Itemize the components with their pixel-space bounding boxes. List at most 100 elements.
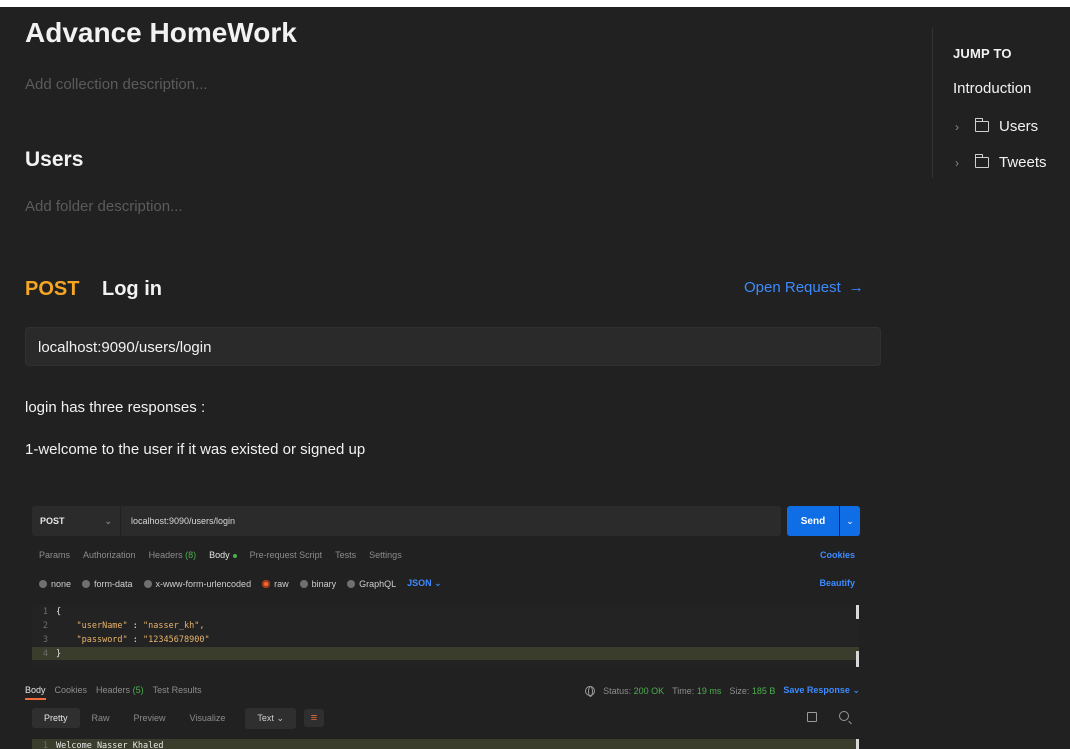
- shot-request-tabs: Params Authorization Headers (8) Body Pr…: [39, 550, 402, 560]
- scrollbar: [856, 605, 859, 619]
- shot-tab-prerequest: Pre-request Script: [249, 550, 323, 560]
- code-text: "userName" : "nasser_kh",: [76, 620, 205, 631]
- embedded-screenshot: POST ⌄ localhost:9090/users/login Send ⌄…: [25, 497, 868, 749]
- chevron-right-icon[interactable]: ›: [955, 120, 965, 134]
- search-icon: [839, 711, 849, 721]
- response-text: Welcome Nasser Khaled: [56, 741, 164, 749]
- chevron-down-icon: ⌄: [840, 506, 860, 536]
- shot-radio-graphql: GraphQL: [347, 579, 396, 589]
- shot-status: Status: 200 OK: [603, 686, 664, 696]
- shot-resp-tab-headers: Headers (5): [96, 685, 144, 695]
- chevron-down-icon: ⌄: [276, 712, 284, 723]
- shot-headers-count: (8): [185, 550, 197, 560]
- shot-send-button: Send: [787, 506, 839, 536]
- collection-description-input[interactable]: Add collection description...: [25, 76, 208, 93]
- line-number: 3: [42, 634, 48, 645]
- line-number: 2: [42, 620, 48, 631]
- shot-tab-authorization: Authorization: [83, 550, 136, 560]
- open-request-label: Open Request: [744, 279, 841, 296]
- shot-body-types: none form-data x-www-form-urlencoded raw…: [39, 578, 442, 589]
- shot-resp-headers-count: (5): [132, 685, 144, 695]
- chevron-right-icon[interactable]: ›: [955, 156, 965, 170]
- time-value: 19 ms: [696, 685, 722, 696]
- jump-to-title: JUMP TO: [953, 46, 1012, 61]
- copy-icon: [807, 712, 817, 722]
- jump-to-item-label: Users: [999, 118, 1039, 135]
- code-key: "userName": [76, 620, 128, 631]
- size-value: 185 B: [751, 685, 776, 696]
- chevron-down-icon: ⌄: [104, 515, 112, 526]
- active-dot-icon: [232, 553, 237, 558]
- shot-radio-label: binary: [311, 578, 337, 589]
- scrollbar: [856, 651, 859, 667]
- chevron-down-icon: ⌄: [434, 578, 442, 588]
- radio-icon: [82, 579, 91, 588]
- open-request-link[interactable]: Open Request →: [744, 279, 864, 296]
- jump-to-item-label: Tweets: [999, 154, 1047, 171]
- shot-radio-label: GraphQL: [359, 578, 397, 589]
- globe-icon: [585, 685, 596, 697]
- line-number: 1: [42, 741, 48, 749]
- shot-method-select: POST ⌄: [32, 506, 120, 536]
- shot-radio-label: x-www-form-urlencoded: [155, 578, 252, 589]
- shot-resp-tab-body: Body: [25, 685, 46, 700]
- shot-response-tabs: Body Cookies Headers (5) Test Results: [25, 685, 202, 700]
- arrow-right-icon: →: [848, 279, 864, 296]
- code-line: 2 "userName" : "nasser_kh",: [32, 619, 859, 632]
- shot-beautify-link: Beautify: [819, 578, 855, 588]
- shot-view-visualize: Visualize: [189, 713, 226, 723]
- shot-response-body: 1 Welcome Nasser Khaled: [32, 739, 859, 749]
- jump-to-item-tweets[interactable]: › Tweets: [955, 154, 1047, 171]
- shot-radio-raw: raw: [262, 579, 289, 589]
- jump-to-item-users[interactable]: › Users: [955, 118, 1038, 135]
- text-format-label: Text: [257, 712, 274, 723]
- shot-tab-headers-label: Headers: [148, 550, 183, 560]
- shot-radio-label: form-data: [94, 578, 133, 589]
- code-line: 3 "password" : "12345678900": [32, 633, 859, 646]
- shot-radio-none: none: [39, 579, 71, 589]
- shot-save-response: Save Response ⌄: [783, 685, 860, 696]
- line-number: 1: [42, 606, 48, 617]
- shot-tab-body: Body: [209, 550, 237, 560]
- shot-time: Time: 19 ms: [672, 686, 721, 696]
- radio-selected-icon: [262, 579, 271, 588]
- shot-radio-urlencoded: x-www-form-urlencoded: [143, 578, 252, 589]
- code-value: "12345678900": [143, 634, 210, 645]
- documentation-panel: Advance HomeWork Add collection descript…: [0, 7, 930, 749]
- radio-icon: [143, 579, 152, 588]
- line-number: 4: [42, 648, 48, 659]
- shot-radio-label: none: [51, 578, 72, 589]
- folder-icon: [974, 154, 989, 168]
- shot-tab-headers: Headers (8): [149, 550, 197, 560]
- request-url[interactable]: localhost:9090/users/login: [25, 327, 881, 366]
- shot-view-preview: Preview: [133, 713, 166, 723]
- folder-icon: [974, 118, 989, 132]
- size-label: Size:: [729, 685, 750, 696]
- code-value: "nasser_kh",: [143, 620, 205, 631]
- shot-method-label: POST: [40, 516, 65, 526]
- shot-resp-headers-label: Headers: [96, 685, 131, 695]
- folder-description-input[interactable]: Add folder description...: [25, 198, 183, 215]
- top-strip: [0, 0, 1070, 7]
- radio-icon: [299, 579, 308, 588]
- shot-view-bar: Pretty Raw Preview Visualize Text ⌄ ≡: [32, 707, 859, 729]
- shot-tab-tests: Tests: [335, 550, 357, 560]
- time-label: Time:: [672, 685, 695, 696]
- code-text: "password" : "12345678900": [76, 634, 210, 645]
- shot-view-pretty: Pretty: [32, 708, 80, 728]
- jump-to-introduction[interactable]: Introduction: [953, 80, 1031, 97]
- shot-resp-tab-tests: Test Results: [152, 685, 202, 695]
- shot-response-status: Status: 200 OK Time: 19 ms Size: 185 B S…: [585, 685, 860, 697]
- scrollbar: [856, 739, 859, 749]
- collection-title: Advance HomeWork: [25, 17, 297, 48]
- request-description-line: login has three responses :: [25, 399, 206, 416]
- shot-radio-label: raw: [274, 578, 289, 589]
- shot-format-select: JSON ⌄: [407, 578, 442, 589]
- status-label: Status:: [603, 685, 632, 696]
- chevron-down-icon: ⌄: [852, 685, 860, 695]
- shot-tab-params: Params: [39, 550, 71, 560]
- shot-text-format: Text ⌄: [245, 707, 296, 729]
- shot-resp-tab-cookies: Cookies: [54, 685, 88, 695]
- code-key: "password": [76, 634, 128, 645]
- request-method: POST: [25, 278, 80, 300]
